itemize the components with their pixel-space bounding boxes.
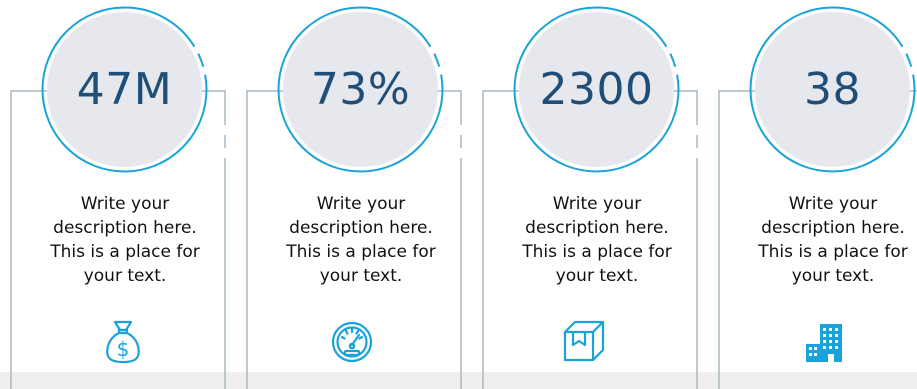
stat-circle: 38 xyxy=(755,12,910,167)
description-line: Write your xyxy=(788,194,878,214)
description-line: This is a place for xyxy=(522,242,672,262)
card-description: Write your description here. This is a p… xyxy=(266,192,456,288)
description-line: This is a place for xyxy=(286,242,436,262)
description-line: This is a place for xyxy=(50,242,200,262)
stat-card-1: 47M Write your description here. This is… xyxy=(10,0,246,389)
description-line: description here. xyxy=(53,218,197,238)
description-line: description here. xyxy=(761,218,905,238)
card-description: Write your description here. This is a p… xyxy=(502,192,692,288)
box-icon xyxy=(563,320,605,362)
building-icon xyxy=(806,324,842,362)
description-line: your text. xyxy=(83,266,167,286)
stat-circle: 73% xyxy=(283,12,438,167)
stat-circle: 2300 xyxy=(519,12,674,167)
card-description: Write your description here. This is a p… xyxy=(738,192,917,288)
stat-value: 73% xyxy=(310,64,411,115)
stat-card-2: 73% Write your description here. This is… xyxy=(246,0,482,389)
speedometer-icon xyxy=(331,321,373,363)
card-description: Write your description here. This is a p… xyxy=(30,192,220,288)
description-line: Write your xyxy=(552,194,642,214)
stat-card-4: 38 Write your description here. This is … xyxy=(718,0,917,389)
stat-circle: 47M xyxy=(47,12,202,167)
money-bag-icon: $ xyxy=(106,320,140,364)
description-line: description here. xyxy=(289,218,433,238)
svg-text:$: $ xyxy=(117,337,130,361)
stat-value: 38 xyxy=(804,64,861,115)
description-line: your text. xyxy=(791,266,875,286)
description-line: This is a place for xyxy=(758,242,908,262)
description-line: your text. xyxy=(319,266,403,286)
description-line: description here. xyxy=(525,218,669,238)
description-line: Write your xyxy=(80,194,170,214)
description-line: your text. xyxy=(555,266,639,286)
stat-value: 2300 xyxy=(539,64,654,115)
description-line: Write your xyxy=(316,194,406,214)
stat-value: 47M xyxy=(76,64,173,115)
stat-card-3: 2300 Write your description here. This i… xyxy=(482,0,718,389)
